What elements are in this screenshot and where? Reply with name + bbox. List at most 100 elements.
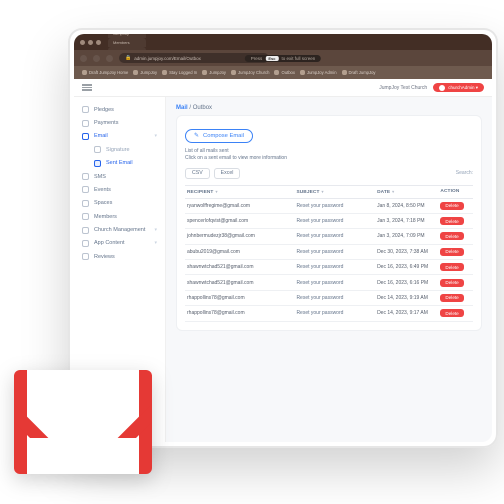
sidebar-item-label: Pledges	[94, 107, 114, 113]
chevron-down-icon: ▾	[154, 240, 157, 246]
content-panel: Compose Email List of all mails sent Cli…	[176, 115, 482, 331]
cell-subject: Reset your password	[294, 290, 375, 305]
nav-icon	[82, 120, 89, 127]
sidebar-item[interactable]: Payments	[74, 116, 165, 129]
cell-recipient: rhappollins78@gmail.com	[185, 290, 294, 305]
nav-icon	[82, 106, 89, 113]
hamburger-icon[interactable]	[82, 84, 92, 90]
bookmark-item[interactable]: Stay Logged In	[162, 70, 197, 75]
cell-subject: Reset your password	[294, 213, 375, 228]
col-date[interactable]: DATE▾	[375, 185, 438, 198]
browser-address-bar: 🔒 admin.jumpjoy.com/Email/Outbox Press E…	[74, 50, 492, 66]
delete-button[interactable]: Delete	[440, 279, 463, 287]
delete-button[interactable]: Delete	[440, 202, 463, 210]
cell-subject: Reset your password	[294, 198, 375, 213]
table-row[interactable]: rhappollins78@gmail.comReset your passwo…	[185, 306, 473, 321]
cell-date: Jan 3, 2024, 7:09 PM	[375, 229, 438, 244]
fullscreen-hint: Press Esc to exit full screen	[245, 55, 321, 62]
table-row[interactable]: johnbermudezjr38@gmail.comReset your pas…	[185, 229, 473, 244]
nav-refresh-button[interactable]	[106, 55, 113, 62]
breadcrumb: Mail / Outbox	[176, 105, 482, 111]
sidebar-item[interactable]: Spaces	[74, 197, 165, 210]
user-menu[interactable]: churchAdmin ▾	[433, 83, 484, 92]
app-header: JumpJoy Test Church churchAdmin ▾	[74, 79, 492, 97]
bookmarks-bar: Draft JumpJoy Home JumpJoy Stay Logged In J…	[74, 66, 492, 79]
delete-button[interactable]: Delete	[440, 263, 463, 271]
cell-subject: Reset your password	[294, 275, 375, 290]
sidebar-item-label: Events	[94, 187, 111, 193]
table-row[interactable]: rhappollins78@gmail.comReset your passwo…	[185, 290, 473, 305]
cell-date: Dec 30, 2023, 7:38 AM	[375, 244, 438, 259]
nav-icon	[82, 186, 89, 193]
export-csv-button[interactable]: CSV	[185, 168, 210, 179]
gmail-icon	[14, 370, 152, 474]
col-action: ACTION	[438, 185, 473, 198]
export-excel-button[interactable]: Excel	[214, 168, 241, 179]
cell-date: Jan 8, 2024, 8:50 PM	[375, 198, 438, 213]
cell-date: Jan 3, 2024, 7:18 PM	[375, 213, 438, 228]
church-name: JumpJoy Test Church	[379, 85, 427, 91]
table-row[interactable]: ryanwolffregime@gmail.comReset your pass…	[185, 198, 473, 213]
sidebar-item[interactable]: Email ▾	[74, 130, 165, 143]
delete-button[interactable]: Delete	[440, 309, 463, 317]
bookmark-item[interactable]: Draft JumpJoy	[342, 70, 376, 75]
bookmark-item[interactable]: JumpJoy	[133, 70, 157, 75]
cell-subject: Reset your password	[294, 229, 375, 244]
bookmark-item[interactable]: JumpJoy	[202, 70, 226, 75]
nav-icon	[82, 133, 89, 140]
sidebar-item[interactable]: SMS	[74, 170, 165, 183]
url-text: admin.jumpjoy.com/Email/Outbox	[134, 56, 201, 61]
sidebar-item-label: Spaces	[94, 200, 112, 206]
sidebar-item-label: Email	[94, 133, 108, 139]
sidebar-item-label: Members	[94, 214, 117, 220]
sidebar-item-label: Reviews	[94, 254, 115, 260]
lock-icon: 🔒	[125, 55, 131, 61]
sidebar-item[interactable]: Church Management▾	[74, 223, 165, 236]
search-label: Search:	[456, 170, 473, 176]
nav-back-button[interactable]	[80, 55, 87, 62]
sidebar-item-label: Payments	[94, 120, 118, 126]
col-subject[interactable]: SUBJECT▾	[294, 185, 375, 198]
delete-button[interactable]: Delete	[440, 248, 463, 256]
bookmark-item[interactable]: Draft JumpJoy Home	[82, 70, 128, 75]
col-recipient[interactable]: RECIPIENT▾	[185, 185, 294, 198]
compose-email-button[interactable]: Compose Email	[185, 129, 253, 143]
main-content: Mail / Outbox Compose Email List of all …	[166, 97, 492, 442]
window-controls[interactable]	[80, 40, 101, 45]
browser-tab[interactable]: JumpJoy	[108, 34, 146, 38]
sidebar-item[interactable]: Signature	[74, 143, 165, 156]
cell-recipient: johnbermudezjr38@gmail.com	[185, 229, 294, 244]
bookmark-item[interactable]: JumpJoy Admin	[300, 70, 337, 75]
cell-recipient: shawnwtchad521@gmail.com	[185, 275, 294, 290]
cell-date: Dec 16, 2023, 6:16 PM	[375, 275, 438, 290]
cell-subject: Reset your password	[294, 260, 375, 275]
bookmark-item[interactable]: JumpJoy Church	[231, 70, 269, 75]
nav-icon	[82, 173, 89, 180]
sidebar-item[interactable]: Members	[74, 210, 165, 223]
sidebar-item-label: Sent Email	[106, 160, 133, 166]
nav-icon	[94, 146, 101, 153]
delete-button[interactable]: Delete	[440, 294, 463, 302]
browser-tab[interactable]: Members	[108, 38, 146, 47]
table-row[interactable]: abubu2019@gmail.comReset your passwordDe…	[185, 244, 473, 259]
sidebar-item-label: Church Management	[94, 227, 145, 233]
nav-icon	[82, 227, 89, 234]
table-row[interactable]: shawnwtchad521@gmail.comReset your passw…	[185, 275, 473, 290]
chevron-down-icon: ▾	[154, 133, 157, 139]
sidebar-item[interactable]: Pledges	[74, 103, 165, 116]
nav-forward-button[interactable]	[93, 55, 100, 62]
cell-date: Dec 16, 2023, 6:49 PM	[375, 260, 438, 275]
delete-button[interactable]: Delete	[440, 232, 463, 240]
sidebar-item[interactable]: Reviews	[74, 250, 165, 263]
cell-subject: Reset your password	[294, 306, 375, 321]
table-row[interactable]: spencerlofqvist@gmail.comReset your pass…	[185, 213, 473, 228]
sidebar-item[interactable]: Events	[74, 183, 165, 196]
sidebar-item[interactable]: Sent Email	[74, 157, 165, 170]
sidebar-item[interactable]: App Content▾	[74, 237, 165, 250]
delete-button[interactable]: Delete	[440, 217, 463, 225]
cell-subject: Reset your password	[294, 244, 375, 259]
bookmark-item[interactable]: Outbox	[274, 70, 295, 75]
cell-date: Dec 14, 2023, 9:17 AM	[375, 306, 438, 321]
breadcrumb-module: Mail	[176, 105, 188, 111]
table-row[interactable]: shawnwtchad521@gmail.comReset your passw…	[185, 260, 473, 275]
